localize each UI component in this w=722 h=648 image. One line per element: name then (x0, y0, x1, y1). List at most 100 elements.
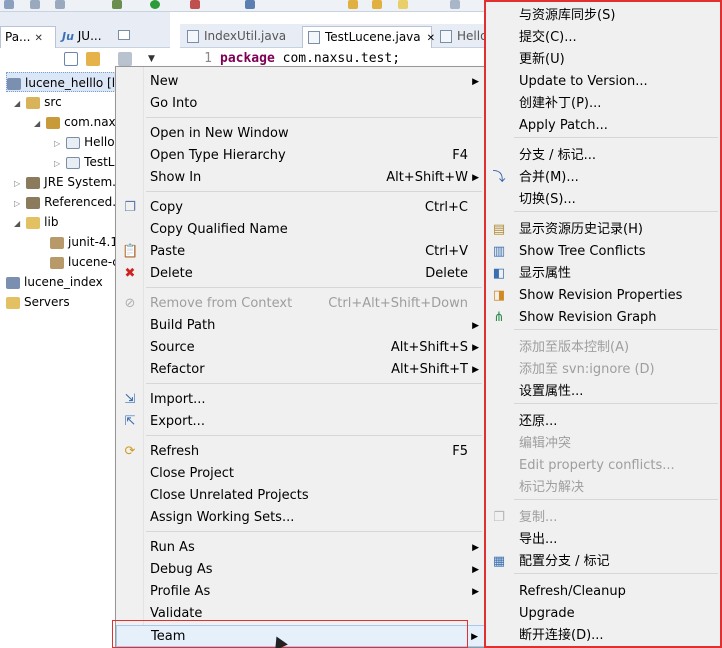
menu-item-label: Remove from Context (150, 296, 293, 311)
submenu-arrow-icon: ▶ (472, 343, 479, 353)
chevron-down-icon[interactable]: ▼ (148, 52, 162, 66)
team-menu-item-5[interactable]: 创建补丁(P)... (486, 93, 720, 115)
team-menu-item-11[interactable]: ▥ Show Tree Conflicts (486, 241, 720, 263)
menu-item-refactor[interactable]: Refactor Alt+Shift+T ▶ (116, 359, 485, 381)
menu-item-export[interactable]: ⇱ Export... (116, 411, 485, 433)
close-icon[interactable]: ✕ (35, 33, 43, 44)
view-menu-icon[interactable] (118, 30, 130, 40)
menu-item-label: New (150, 74, 179, 89)
menu-item-open-type-hierarchy[interactable]: Open Type Hierarchy F4 (116, 145, 485, 167)
team-menu-item-26[interactable]: Upgrade (486, 603, 720, 625)
tree-conflicts-icon: ▥ (492, 244, 506, 259)
menu-item-label: Profile As (150, 584, 211, 599)
open-folder-icon[interactable] (348, 0, 358, 9)
annotation-icon[interactable] (398, 0, 408, 9)
tab-testlucene[interactable]: TestLucene.java ✕ (302, 26, 435, 48)
menu-item-new[interactable]: New ▶ (116, 71, 485, 93)
team-menu-item-17[interactable]: 设置属性... (486, 381, 720, 403)
tree-item-referenced[interactable]: ▷ Referenced... (14, 192, 124, 212)
team-menu-item-label: 更新(U) (519, 52, 565, 67)
submenu-separator (514, 403, 718, 404)
menu-item-shortcut: Ctrl+V (425, 244, 468, 259)
tree-item-package[interactable]: ◢ com.nax... (34, 112, 127, 132)
team-menu-item-13[interactable]: ◨ Show Revision Properties (486, 285, 720, 307)
team-menu-item-27[interactable]: 断开连接(D)... (486, 625, 720, 647)
team-submenu: 与资源库同步(S) 提交(C)... 更新(U) Update to Version.… (484, 0, 722, 648)
save-icon[interactable] (30, 0, 40, 9)
menu-item-debug-as[interactable]: Debug As ▶ (116, 559, 485, 581)
tree-item-src[interactable]: ◢ src (14, 92, 62, 112)
menu-item-paste[interactable]: 📋 Paste Ctrl+V (116, 241, 485, 263)
team-menu-item-6[interactable]: Apply Patch... (486, 115, 720, 137)
menu-item-show-in[interactable]: Show In Alt+Shift+W ▶ (116, 167, 485, 189)
menu-item-remove-from-context: ⊘ Remove from Context Ctrl+Alt+Shift+Down (116, 293, 485, 315)
open-folder-2-icon[interactable] (372, 0, 382, 9)
menu-item-refresh[interactable]: ⟳ Refresh F5 (116, 441, 485, 463)
menu-item-run-as[interactable]: Run As ▶ (116, 537, 485, 559)
save-all-icon[interactable] (55, 0, 65, 9)
collapse-all-icon[interactable] (64, 52, 78, 66)
tree-item-project[interactable]: lucene_helllo [l... (6, 72, 127, 92)
navigate-icon[interactable] (450, 0, 460, 9)
tab-label: Pa... (5, 30, 31, 44)
menu-item-profile-as[interactable]: Profile As ▶ (116, 581, 485, 603)
menu-item-close-project[interactable]: Close Project (116, 463, 485, 485)
menu-item-assign-working-sets[interactable]: Assign Working Sets... (116, 507, 485, 529)
java-file-icon (66, 156, 81, 169)
menu-item-shortcut: Alt+Shift+W (386, 170, 468, 185)
team-menu-item-1[interactable]: 与资源库同步(S) (486, 5, 720, 27)
submenu-arrow-icon: ▶ (472, 543, 479, 553)
tree-item-lucene-index[interactable]: lucene_index (6, 272, 103, 292)
menu-separator (146, 383, 482, 384)
menu-item-build-path[interactable]: Build Path ▶ (116, 315, 485, 337)
menu-item-copy[interactable]: ❐ Copy Ctrl+C (116, 197, 485, 219)
close-icon[interactable]: ✕ (427, 33, 435, 44)
team-menu-item-label: 设置属性... (519, 384, 584, 399)
team-menu-item-4[interactable]: Update to Version... (486, 71, 720, 93)
search-icon[interactable] (245, 0, 255, 9)
team-menu-item-label: Apply Patch... (519, 118, 608, 133)
debug-icon[interactable] (112, 0, 122, 9)
run-icon[interactable] (150, 0, 160, 9)
tree-item-lib[interactable]: ◢ lib (14, 212, 58, 232)
team-menu-item-12[interactable]: ◧ 显示属性 (486, 263, 720, 285)
team-menu-item-label: Show Revision Graph (519, 310, 657, 325)
team-menu-item-24[interactable]: ▦ 配置分支 / 标记 (486, 551, 720, 573)
submenu-arrow-icon: ▶ (472, 365, 479, 375)
menu-item-delete[interactable]: ✖ Delete Delete (116, 263, 485, 285)
tab-indexutil[interactable]: IndexUtil.java (182, 26, 300, 48)
team-menu-item-14[interactable]: ⋔ Show Revision Graph (486, 307, 720, 329)
team-menu-item-18[interactable]: 还原... (486, 411, 720, 433)
menu-item-close-unrelated-projects[interactable]: Close Unrelated Projects (116, 485, 485, 507)
menu-item-label: Debug As (150, 562, 213, 577)
menu-separator (146, 435, 482, 436)
menu-item-copy-qualified-name[interactable]: Copy Qualified Name (116, 219, 485, 241)
external-tools-icon[interactable] (190, 0, 200, 9)
team-menu-item-25[interactable]: Refresh/Cleanup (486, 581, 720, 603)
submenu-arrow-icon: ▶ (471, 632, 478, 642)
paste-icon: 📋 (122, 244, 139, 259)
team-menu-item-label: 显示资源历史记录(H) (519, 222, 643, 237)
link-with-editor-icon[interactable] (86, 52, 100, 66)
new-icon[interactable] (4, 0, 14, 9)
menu-item-import[interactable]: ⇲ Import... (116, 389, 485, 411)
menu-item-go-into[interactable]: Go Into (116, 93, 485, 115)
java-file-icon (187, 30, 199, 43)
menu-item-label: Refresh (150, 444, 200, 459)
team-menu-item-23[interactable]: 导出... (486, 529, 720, 551)
menu-item-source[interactable]: Source Alt+Shift+S ▶ (116, 337, 485, 359)
junit-icon: Ju (62, 30, 74, 43)
team-menu-item-2[interactable]: 提交(C)... (486, 27, 720, 49)
tree-item-jre[interactable]: ▷ JRE System... (14, 172, 124, 192)
view-menu-icon[interactable] (118, 52, 132, 66)
team-menu-item-3[interactable]: 更新(U) (486, 49, 720, 71)
menu-item-open-in-new-window[interactable]: Open in New Window (116, 123, 485, 145)
tab-junit[interactable]: Ju JU... (58, 26, 106, 48)
team-menu-item-label: Edit property conflicts... (519, 458, 675, 473)
tree-item-servers[interactable]: Servers (6, 292, 70, 312)
team-menu-item-8[interactable]: ⤵ 合并(M)... (486, 167, 720, 189)
team-menu-item-10[interactable]: ▤ 显示资源历史记录(H) (486, 219, 720, 241)
team-menu-item-9[interactable]: 切换(S)... (486, 189, 720, 211)
tab-package-explorer[interactable]: Pa... ✕ (0, 26, 56, 48)
team-menu-item-7[interactable]: 分支 / 标记... (486, 145, 720, 167)
